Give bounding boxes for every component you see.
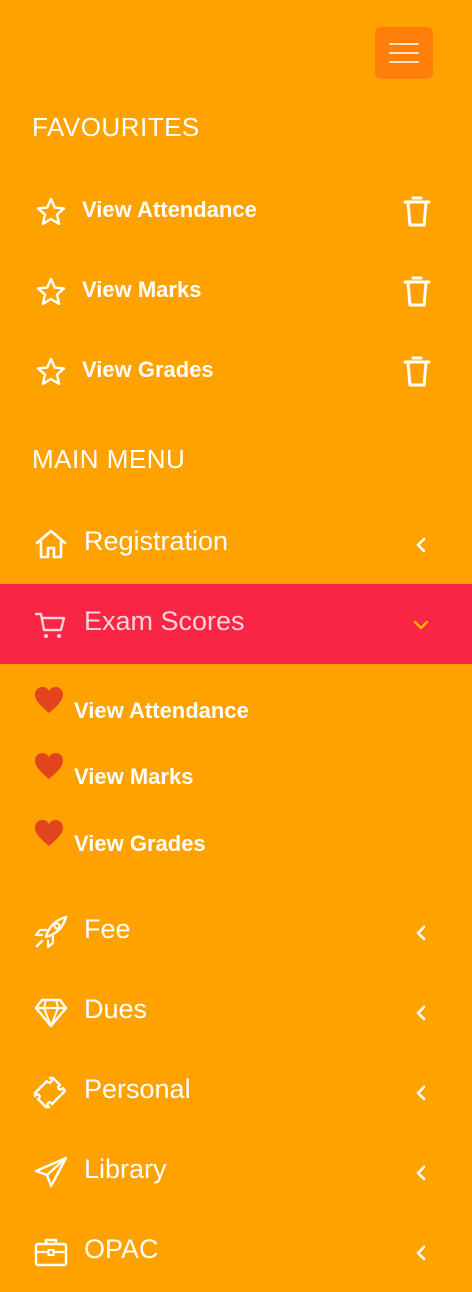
hamburger-line <box>389 43 419 45</box>
star-icon <box>36 357 66 385</box>
menu-item-label: Exam Scores <box>84 606 245 636</box>
chevron-left-icon <box>416 537 426 553</box>
menu-toggle-button[interactable] <box>375 27 433 79</box>
chevron-left-icon <box>416 1165 426 1181</box>
menu-item-dues[interactable]: Dues <box>0 972 472 1052</box>
favourite-item-view-marks[interactable]: View Marks <box>0 254 472 334</box>
sidebar: FAVOURITES View Attendance View Marks Vi… <box>0 0 472 1290</box>
star-icon <box>36 197 66 225</box>
home-icon <box>35 529 67 559</box>
menu-item-personal[interactable]: Personal <box>0 1052 472 1132</box>
cart-icon <box>34 612 66 638</box>
chevron-left-icon <box>416 1085 426 1101</box>
menu-item-label: Dues <box>84 994 148 1024</box>
menu-item-label: Registration <box>84 526 229 556</box>
chevron-left-icon <box>416 1245 426 1261</box>
menu-item-label: Fee <box>84 914 131 944</box>
briefcase-icon <box>34 1238 68 1267</box>
hamburger-line <box>389 52 419 54</box>
trash-icon[interactable] <box>402 274 432 308</box>
rocket-icon <box>34 915 68 949</box>
chevron-left-icon <box>416 925 426 941</box>
menu-item-exam-scores[interactable]: Exam Scores <box>0 584 472 664</box>
menu-item-label: Personal <box>84 1074 191 1104</box>
trash-icon[interactable] <box>402 194 432 228</box>
submenu-item-view-marks[interactable]: View Marks <box>0 752 472 812</box>
submenu-item-label: View Grades <box>74 831 206 856</box>
submenu-item-view-attendance[interactable]: View Attendance <box>0 686 472 746</box>
star-icon <box>36 277 66 305</box>
main-menu-heading: MAIN MENU <box>32 444 186 474</box>
favourite-item-label: View Grades <box>82 357 214 382</box>
trash-icon[interactable] <box>402 354 432 388</box>
submenu-item-label: View Attendance <box>74 698 249 723</box>
heart-icon <box>35 820 63 846</box>
favourite-item-view-grades[interactable]: View Grades <box>0 334 472 414</box>
favourite-item-label: View Attendance <box>82 197 257 222</box>
heart-icon <box>35 687 63 713</box>
menu-item-label: OPAC <box>84 1234 159 1264</box>
chevron-left-icon <box>416 1005 426 1021</box>
menu-item-fee[interactable]: Fee <box>0 892 472 972</box>
menu-item-opac[interactable]: OPAC <box>0 1212 472 1292</box>
hamburger-line <box>389 61 419 63</box>
puzzle-icon <box>33 1076 67 1109</box>
menu-item-library[interactable]: Library <box>0 1132 472 1212</box>
submenu-item-view-grades[interactable]: View Grades <box>0 819 472 879</box>
submenu-item-label: View Marks <box>74 764 194 789</box>
paper-plane-icon <box>34 1156 68 1188</box>
heart-icon <box>35 753 63 779</box>
chevron-down-icon <box>413 620 429 630</box>
diamond-icon <box>34 998 68 1028</box>
menu-item-registration[interactable]: Registration <box>0 504 472 584</box>
favourite-item-view-attendance[interactable]: View Attendance <box>0 174 472 254</box>
favourites-heading: FAVOURITES <box>32 112 200 142</box>
menu-item-label: Library <box>84 1154 167 1184</box>
favourite-item-label: View Marks <box>82 277 202 302</box>
